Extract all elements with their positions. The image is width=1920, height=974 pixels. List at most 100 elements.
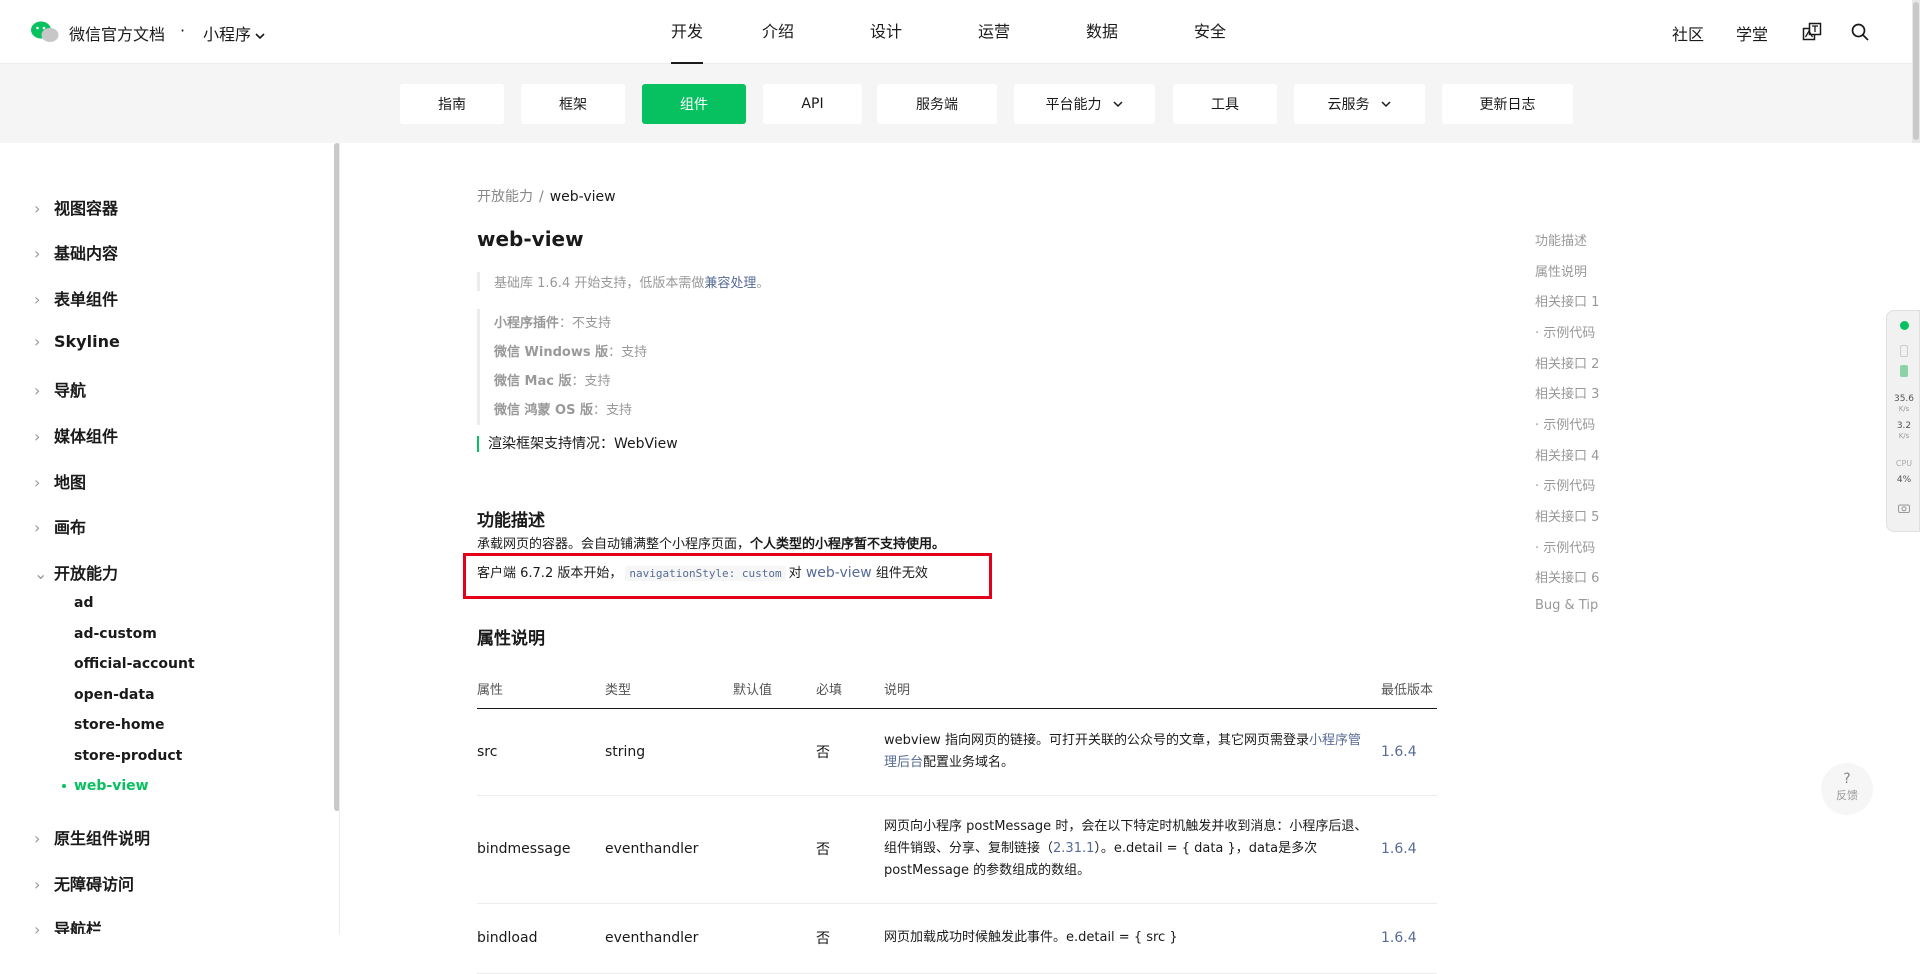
miniprogram-dropdown[interactable]: 小程序 bbox=[203, 21, 266, 45]
toc-item[interactable]: 功能描述 bbox=[1535, 230, 1587, 249]
col-desc: 说明 bbox=[884, 670, 1381, 709]
cell-default bbox=[733, 708, 816, 796]
col-type: 类型 bbox=[605, 670, 733, 709]
toc-item[interactable]: 属性说明 bbox=[1535, 261, 1587, 280]
version-notice: 基础库 1.6.4 开始支持，低版本需做兼容处理。 bbox=[477, 272, 769, 291]
sidebar-item-official-account[interactable]: official-account bbox=[74, 656, 195, 672]
toc-item[interactable]: · 示例代码 bbox=[1535, 322, 1595, 341]
toc-item[interactable]: · 示例代码 bbox=[1535, 414, 1595, 433]
breadcrumb-separator: / bbox=[539, 189, 544, 205]
sidebar-group-navbar[interactable]: › 导航栏 bbox=[34, 916, 102, 934]
toc-item[interactable]: 相关接口 2 bbox=[1535, 353, 1599, 372]
sidebar-group-open-ability[interactable]: ⌄ 开放能力 bbox=[34, 560, 118, 584]
sidebar-item-ad[interactable]: ad bbox=[74, 595, 93, 611]
support-value: ：支持 bbox=[593, 403, 633, 418]
sidebar-group-native-components[interactable]: › 原生组件说明 bbox=[34, 825, 150, 849]
toc-item[interactable]: Bug & Tip bbox=[1535, 598, 1598, 613]
cell-type: string bbox=[605, 708, 733, 796]
sidebar-group-label: 基础内容 bbox=[54, 244, 119, 263]
feedback-button[interactable]: ? 反馈 bbox=[1821, 763, 1873, 815]
sidebar-item-ad-custom[interactable]: ad-custom bbox=[74, 626, 157, 642]
sidebar-group-map[interactable]: › 地图 bbox=[34, 469, 86, 493]
wechat-logo-icon[interactable] bbox=[30, 20, 60, 44]
tab-cloud[interactable]: 云服务 bbox=[1294, 84, 1425, 124]
feedback-label: 反馈 bbox=[1836, 789, 1858, 802]
brand-title[interactable]: 微信官方文档 bbox=[69, 21, 165, 45]
sidebar-group-accessibility[interactable]: › 无障碍访问 bbox=[34, 871, 134, 895]
nav-intro[interactable]: 介绍 bbox=[724, 0, 832, 64]
community-link[interactable]: 社区 bbox=[1672, 21, 1704, 45]
function-description: 承载网页的容器。会自动铺满整个小程序页面，个人类型的小程序暂不支持使用。 bbox=[477, 533, 945, 552]
sidebar-group-navigation[interactable]: › 导航 bbox=[34, 377, 86, 401]
compat-link[interactable]: 兼容处理 bbox=[704, 276, 756, 291]
toc-item[interactable]: 相关接口 1 bbox=[1535, 291, 1599, 310]
toc-item[interactable]: 相关接口 5 bbox=[1535, 506, 1599, 525]
cell-attr: src bbox=[477, 708, 605, 796]
sidebar-group-media[interactable]: › 媒体组件 bbox=[34, 423, 118, 447]
chevron-right-icon: › bbox=[34, 290, 41, 309]
help-icon: ? bbox=[1843, 771, 1851, 787]
nav-security[interactable]: 安全 bbox=[1156, 0, 1264, 64]
search-icon[interactable] bbox=[1850, 22, 1870, 42]
sidebar-item-store-home[interactable]: store-home bbox=[74, 717, 165, 733]
breadcrumb-parent[interactable]: 开放能力 bbox=[477, 189, 533, 205]
table-row: bindload eventhandler 否 网页加载成功时候触发此事件。e.… bbox=[477, 903, 1437, 974]
support-label: 微信 Mac 版 bbox=[494, 374, 572, 389]
desc-text: 网页加载成功时候触发此事件。e.detail = { src } bbox=[884, 930, 1178, 945]
toc-item[interactable]: · 示例代码 bbox=[1535, 537, 1595, 556]
active-bullet-icon bbox=[62, 784, 66, 788]
notice-suffix: 。 bbox=[756, 276, 770, 291]
sidebar-group-canvas[interactable]: › 画布 bbox=[34, 514, 86, 538]
cell-type: eventhandler bbox=[605, 795, 733, 904]
sidebar-item-web-view[interactable]: web-view bbox=[62, 778, 149, 794]
sidebar-group-skyline[interactable]: › Skyline bbox=[34, 332, 120, 351]
cell-version: 1.6.4 bbox=[1381, 708, 1437, 796]
camera-icon[interactable] bbox=[1887, 503, 1920, 516]
translate-icon[interactable] bbox=[1802, 22, 1822, 42]
page-scrollbar-thumb[interactable] bbox=[1913, 2, 1919, 140]
cell-version: 1.6.4 bbox=[1381, 903, 1437, 974]
toc-item[interactable]: 相关接口 4 bbox=[1535, 445, 1599, 464]
tab-tools[interactable]: 工具 bbox=[1173, 84, 1277, 124]
tab-guide-label: 指南 bbox=[438, 97, 466, 113]
nav-design[interactable]: 设计 bbox=[832, 0, 940, 64]
tab-guide[interactable]: 指南 bbox=[400, 84, 504, 124]
nav-data[interactable]: 数据 bbox=[1048, 0, 1156, 64]
sidebar-scrollbar[interactable] bbox=[334, 143, 339, 811]
academy-link[interactable]: 学堂 bbox=[1736, 21, 1768, 45]
toc-item[interactable]: 相关接口 6 bbox=[1535, 567, 1599, 586]
tab-components[interactable]: 组件 bbox=[642, 84, 746, 124]
section-title-function: 功能描述 bbox=[477, 511, 545, 531]
desc-bold: 个人类型的小程序暂不支持使用。 bbox=[750, 537, 946, 552]
tab-api[interactable]: API bbox=[763, 84, 862, 124]
tab-framework[interactable]: 框架 bbox=[521, 84, 625, 124]
tab-changelog[interactable]: 更新日志 bbox=[1442, 84, 1573, 124]
version-link[interactable]: 2.31.1 bbox=[1053, 841, 1094, 856]
network-monitor-widget[interactable]: 35.6 K/s 3.2 K/s CPU 4% bbox=[1886, 310, 1920, 532]
tab-server-label: 服务端 bbox=[916, 97, 958, 113]
sidebar-item-store-product[interactable]: store-product bbox=[74, 748, 182, 764]
breadcrumb-current: web-view bbox=[549, 189, 616, 205]
page-scrollbar[interactable] bbox=[1912, 0, 1920, 143]
sidebar-item-open-data[interactable]: open-data bbox=[74, 687, 155, 703]
battery-icon bbox=[1887, 365, 1920, 380]
cell-default bbox=[733, 903, 816, 974]
sidebar-group-form[interactable]: › 表单组件 bbox=[34, 286, 118, 310]
tab-platform[interactable]: 平台能力 bbox=[1014, 84, 1155, 124]
chevron-right-icon: › bbox=[34, 381, 41, 400]
toc-item[interactable]: · 示例代码 bbox=[1535, 475, 1595, 494]
toc-item[interactable]: 相关接口 3 bbox=[1535, 383, 1599, 402]
support-harmony: 微信 鸿蒙 OS 版：支持 bbox=[494, 396, 647, 425]
nav-develop[interactable]: 开发 bbox=[650, 0, 724, 64]
cell-attr: bindload bbox=[477, 903, 605, 974]
chevron-right-icon: › bbox=[34, 875, 41, 894]
sidebar-group-basic-content[interactable]: › 基础内容 bbox=[34, 240, 118, 264]
chevron-right-icon: › bbox=[34, 829, 41, 848]
upload-speed: 3.2 bbox=[1896, 421, 1912, 431]
tab-server[interactable]: 服务端 bbox=[877, 84, 997, 124]
tab-cloud-label: 云服务 bbox=[1327, 97, 1370, 113]
nav-operate[interactable]: 运营 bbox=[940, 0, 1048, 64]
support-label: 微信 Windows 版 bbox=[494, 345, 609, 360]
chevron-right-icon: › bbox=[34, 332, 41, 351]
sidebar-group-view-container[interactable]: › 视图容器 bbox=[34, 195, 118, 219]
